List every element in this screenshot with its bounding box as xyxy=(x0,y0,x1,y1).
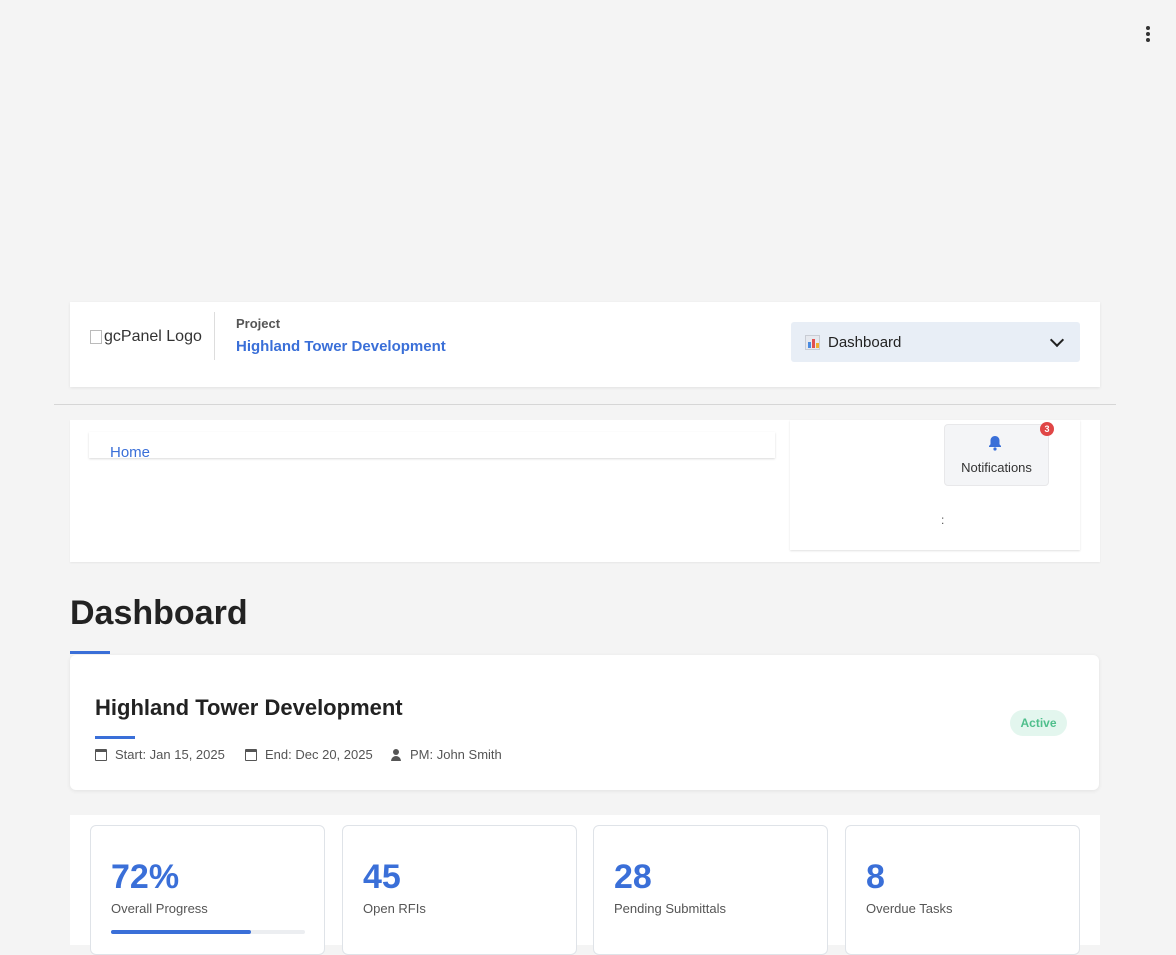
rfis-value: 45 xyxy=(363,858,401,896)
progress-label: Overall Progress xyxy=(111,901,208,916)
breadcrumb: Home xyxy=(89,432,775,461)
overdue-label: Overdue Tasks xyxy=(866,901,953,916)
breadcrumb-home-link[interactable]: Home xyxy=(110,444,150,461)
stat-card-progress: 72% Overall Progress xyxy=(90,825,325,955)
stat-card-submittals: 28 Pending Submittals xyxy=(593,825,828,955)
page-nav-select[interactable]: Dashboard xyxy=(791,322,1080,362)
calendar-icon xyxy=(95,748,107,761)
notifications-label: Notifications xyxy=(961,460,1032,475)
stat-card-rfis: 45 Open RFIs xyxy=(342,825,577,955)
separator-text: : xyxy=(941,513,945,527)
project-summary-card: Highland Tower Development Start: Jan 15… xyxy=(70,655,1099,790)
overdue-value: 8 xyxy=(866,858,885,896)
project-manager: PM: John Smith xyxy=(390,747,502,762)
end-date-text: End: Dec 20, 2025 xyxy=(265,747,373,762)
project-start-date: Start: Jan 15, 2025 xyxy=(95,747,225,762)
chevron-down-icon xyxy=(1049,332,1065,348)
page-title: Dashboard xyxy=(70,594,248,632)
section-divider xyxy=(54,404,1116,405)
project-label: Project xyxy=(236,316,281,331)
logo-alt-text: gcPanel Logo xyxy=(104,328,202,345)
progress-bar-fill xyxy=(111,930,251,934)
progress-value: 72% xyxy=(111,858,180,896)
progress-bar xyxy=(111,930,305,934)
start-date-text: Start: Jan 15, 2025 xyxy=(115,747,225,762)
header-divider xyxy=(214,312,215,360)
project-name: Highland Tower Development xyxy=(236,338,446,355)
notification-count-badge: 3 xyxy=(1040,422,1054,436)
more-options-icon[interactable] xyxy=(1138,24,1158,44)
toolbar: Home Notifications 3 : xyxy=(70,420,1100,562)
submittals-label: Pending Submittals xyxy=(614,901,727,916)
pm-text: PM: John Smith xyxy=(410,747,502,762)
project-end-date: End: Dec 20, 2025 xyxy=(245,747,373,762)
rfis-label: Open RFIs xyxy=(363,901,426,916)
calendar-end-icon xyxy=(245,748,257,761)
project-title-underline xyxy=(95,736,135,739)
submittals-value: 28 xyxy=(614,858,652,896)
status-badge: Active xyxy=(1010,710,1067,736)
notifications-button[interactable]: Notifications 3 xyxy=(944,422,1054,486)
stats-section: 72% Overall Progress 45 Open RFIs 28 Pen… xyxy=(70,815,1100,955)
page-nav-selected: Dashboard xyxy=(828,333,902,351)
app-header: gcPanel Logo Project Highland Tower Deve… xyxy=(70,302,1100,387)
person-icon xyxy=(390,748,402,761)
bell-icon xyxy=(989,436,1001,451)
title-underline xyxy=(70,651,110,654)
broken-image-icon xyxy=(90,330,102,344)
stat-card-overdue: 8 Overdue Tasks xyxy=(845,825,1080,955)
app-logo: gcPanel Logo xyxy=(90,328,202,346)
project-title: Highland Tower Development xyxy=(95,695,403,720)
toolbar-right-panel: Notifications 3 : xyxy=(790,420,1080,550)
bar-chart-icon xyxy=(805,334,820,350)
